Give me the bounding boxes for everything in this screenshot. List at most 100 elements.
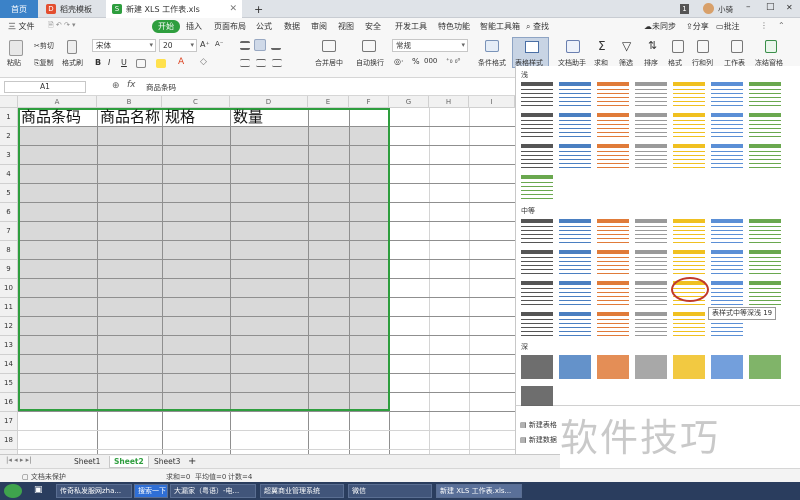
row-header-4[interactable]: 4 bbox=[0, 165, 18, 184]
italic-button[interactable]: I bbox=[108, 58, 110, 67]
table-style-swatch[interactable] bbox=[521, 355, 553, 379]
column-header-g[interactable]: G bbox=[389, 96, 429, 108]
table-style-swatch[interactable] bbox=[635, 219, 667, 243]
format-painter-icon[interactable] bbox=[67, 40, 77, 54]
row-header-3[interactable]: 3 bbox=[0, 146, 18, 165]
border-icon[interactable] bbox=[136, 59, 146, 68]
folder-icon[interactable]: ▣ bbox=[34, 485, 43, 495]
filter-icon[interactable]: ▽ bbox=[622, 39, 631, 53]
table-style-swatch[interactable] bbox=[749, 219, 781, 243]
table-style-swatch[interactable] bbox=[673, 144, 705, 168]
fx-icon[interactable]: fx bbox=[127, 80, 136, 90]
taskbar-item-2[interactable]: 大漏家（粤语）-电... bbox=[170, 484, 256, 498]
menu-start[interactable]: 开始 bbox=[152, 20, 180, 33]
column-header-i[interactable]: I bbox=[469, 96, 515, 108]
align-top-icon[interactable] bbox=[240, 41, 250, 50]
row-header-12[interactable]: 12 bbox=[0, 317, 18, 336]
sheet-nav-icons[interactable]: |◂ ◂ ▸ ▸| bbox=[6, 456, 31, 464]
column-header-b[interactable]: B bbox=[97, 96, 162, 108]
column-header-h[interactable]: H bbox=[429, 96, 469, 108]
underline-button[interactable]: U bbox=[121, 58, 127, 67]
sheet-tab-2[interactable]: Sheet2 bbox=[109, 456, 149, 468]
taskbar-item-1[interactable]: 传奇私发服网zha... bbox=[56, 484, 132, 498]
start-button[interactable] bbox=[4, 484, 22, 498]
new-pivot-style-link[interactable]: ▤ 新建数据 bbox=[520, 435, 557, 445]
table-style-swatch[interactable] bbox=[711, 144, 743, 168]
conditional-format-icon[interactable] bbox=[485, 40, 499, 52]
table-style-swatch[interactable] bbox=[635, 355, 667, 379]
copy-button[interactable]: ⎘复制 bbox=[34, 58, 54, 68]
table-style-swatch[interactable] bbox=[521, 250, 553, 274]
sync-status[interactable]: ☁未同步 bbox=[644, 21, 676, 32]
taskbar-search[interactable]: 搜索一下 bbox=[134, 484, 168, 498]
table-style-swatch[interactable] bbox=[673, 250, 705, 274]
table-style-swatch[interactable] bbox=[711, 250, 743, 274]
row-header-10[interactable]: 10 bbox=[0, 279, 18, 298]
menu-data[interactable]: 数据 bbox=[284, 21, 300, 32]
font-color-icon[interactable]: A bbox=[178, 57, 184, 67]
table-style-swatch[interactable] bbox=[559, 113, 591, 137]
tab-workbook[interactable]: S 新建 XLS 工作表.xls ✕ bbox=[106, 0, 242, 18]
table-style-swatch[interactable] bbox=[711, 355, 743, 379]
avatar[interactable] bbox=[703, 3, 714, 14]
name-box[interactable]: A1 bbox=[4, 81, 86, 93]
table-style-swatch[interactable] bbox=[711, 219, 743, 243]
row-header-2[interactable]: 2 bbox=[0, 127, 18, 146]
table-style-swatch[interactable] bbox=[559, 250, 591, 274]
table-style-swatch[interactable] bbox=[673, 219, 705, 243]
table-style-swatch[interactable] bbox=[749, 355, 781, 379]
table-style-button[interactable]: 表格样式 bbox=[512, 37, 549, 68]
decimal-icon[interactable]: ⁺₀ ₀⁰ bbox=[446, 57, 460, 65]
menu-security[interactable]: 安全 bbox=[365, 21, 381, 32]
table-style-swatch[interactable] bbox=[749, 281, 781, 305]
maximize-button[interactable]: □ bbox=[766, 2, 775, 12]
new-table-style-link[interactable]: ▤ 新建表格 bbox=[520, 420, 557, 430]
cell-b1[interactable]: 商品名称 bbox=[98, 108, 160, 127]
table-style-swatch[interactable] bbox=[597, 82, 629, 106]
table-style-swatch[interactable] bbox=[635, 82, 667, 106]
paste-icon[interactable] bbox=[9, 40, 23, 56]
sheet-tab-3[interactable]: Sheet3 bbox=[150, 456, 184, 468]
worksheet-icon[interactable] bbox=[731, 40, 743, 53]
cut-button[interactable]: ✂剪切 bbox=[34, 41, 54, 51]
format-icon[interactable] bbox=[672, 40, 684, 53]
rows-cols-icon[interactable] bbox=[697, 40, 709, 53]
table-style-swatch[interactable] bbox=[559, 219, 591, 243]
table-style-swatch[interactable] bbox=[673, 312, 705, 336]
align-center-icon[interactable] bbox=[256, 59, 266, 67]
table-style-swatch[interactable] bbox=[635, 250, 667, 274]
more-icon[interactable]: ⋮ bbox=[760, 21, 768, 30]
row-header-11[interactable]: 11 bbox=[0, 298, 18, 317]
column-header-c[interactable]: C bbox=[162, 96, 230, 108]
menu-page-layout[interactable]: 页面布局 bbox=[214, 21, 246, 32]
table-style-swatch[interactable] bbox=[521, 113, 553, 137]
formula-input[interactable]: 商品条码 bbox=[146, 82, 176, 93]
table-style-swatch[interactable] bbox=[597, 113, 629, 137]
table-style-swatch[interactable] bbox=[749, 144, 781, 168]
menu-formulas[interactable]: 公式 bbox=[256, 21, 272, 32]
row-header-5[interactable]: 5 bbox=[0, 184, 18, 203]
table-style-swatch[interactable] bbox=[559, 82, 591, 106]
select-all-corner[interactable] bbox=[0, 96, 18, 108]
align-middle-icon[interactable] bbox=[254, 39, 266, 51]
table-style-swatch[interactable] bbox=[673, 355, 705, 379]
table-style-swatch[interactable] bbox=[635, 281, 667, 305]
align-right-icon[interactable] bbox=[272, 59, 282, 67]
table-style-swatch[interactable] bbox=[559, 144, 591, 168]
comment-button[interactable]: ▭批注 bbox=[716, 21, 740, 32]
wrap-text-icon[interactable] bbox=[362, 40, 376, 52]
close-window-button[interactable]: ✕ bbox=[786, 3, 793, 12]
font-size-select[interactable]: 20 bbox=[159, 39, 197, 52]
zoom-formula-icon[interactable]: ⊕ bbox=[112, 81, 120, 91]
font-grow-button[interactable]: A⁺ bbox=[200, 40, 210, 49]
menu-special[interactable]: 特色功能 bbox=[438, 21, 470, 32]
taskbar-item-5[interactable]: 新建 XLS 工作表.xls... bbox=[436, 484, 522, 498]
row-header-9[interactable]: 9 bbox=[0, 260, 18, 279]
close-tab-icon[interactable]: ✕ bbox=[229, 4, 237, 14]
search-button[interactable]: ⌕ 查找 bbox=[526, 21, 549, 32]
table-style-swatch[interactable] bbox=[635, 312, 667, 336]
table-style-swatch[interactable] bbox=[711, 82, 743, 106]
merge-center-icon[interactable] bbox=[322, 40, 336, 52]
thousands-button[interactable]: 000 bbox=[424, 57, 437, 65]
row-header-1[interactable]: 1 bbox=[0, 108, 18, 127]
